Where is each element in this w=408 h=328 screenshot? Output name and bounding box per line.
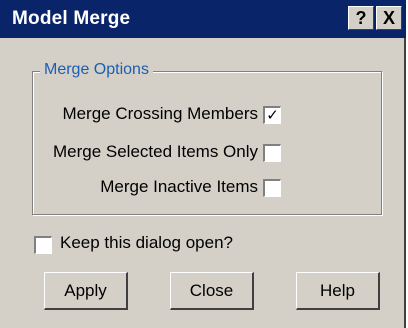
merge-inactive-items-label: Merge Inactive Items <box>100 177 258 196</box>
close-button[interactable]: Close <box>170 272 254 310</box>
title-bar[interactable]: Model Merge ? X <box>0 0 406 38</box>
model-merge-dialog: Model Merge ? X Merge Options Merge Cros… <box>0 0 406 328</box>
keep-dialog-open-checkbox[interactable] <box>34 236 52 254</box>
merge-selected-items-only-checkbox[interactable] <box>263 144 281 162</box>
merge-crossing-members-label: Merge Crossing Members <box>62 104 258 123</box>
close-icon[interactable]: X <box>376 6 402 30</box>
check-icon: ✓ <box>266 107 279 124</box>
merge-inactive-items-checkbox[interactable] <box>263 179 281 197</box>
keep-dialog-open-label: Keep this dialog open? <box>60 233 233 252</box>
merge-options-label: Merge Options <box>40 61 153 79</box>
dialog-title: Model Merge <box>12 8 131 29</box>
merge-selected-items-only-label: Merge Selected Items Only <box>52 142 258 161</box>
apply-button[interactable]: Apply <box>44 272 128 310</box>
help-icon[interactable]: ? <box>348 6 374 30</box>
help-button[interactable]: Help <box>296 272 380 310</box>
merge-crossing-members-checkbox[interactable]: ✓ <box>263 106 281 124</box>
